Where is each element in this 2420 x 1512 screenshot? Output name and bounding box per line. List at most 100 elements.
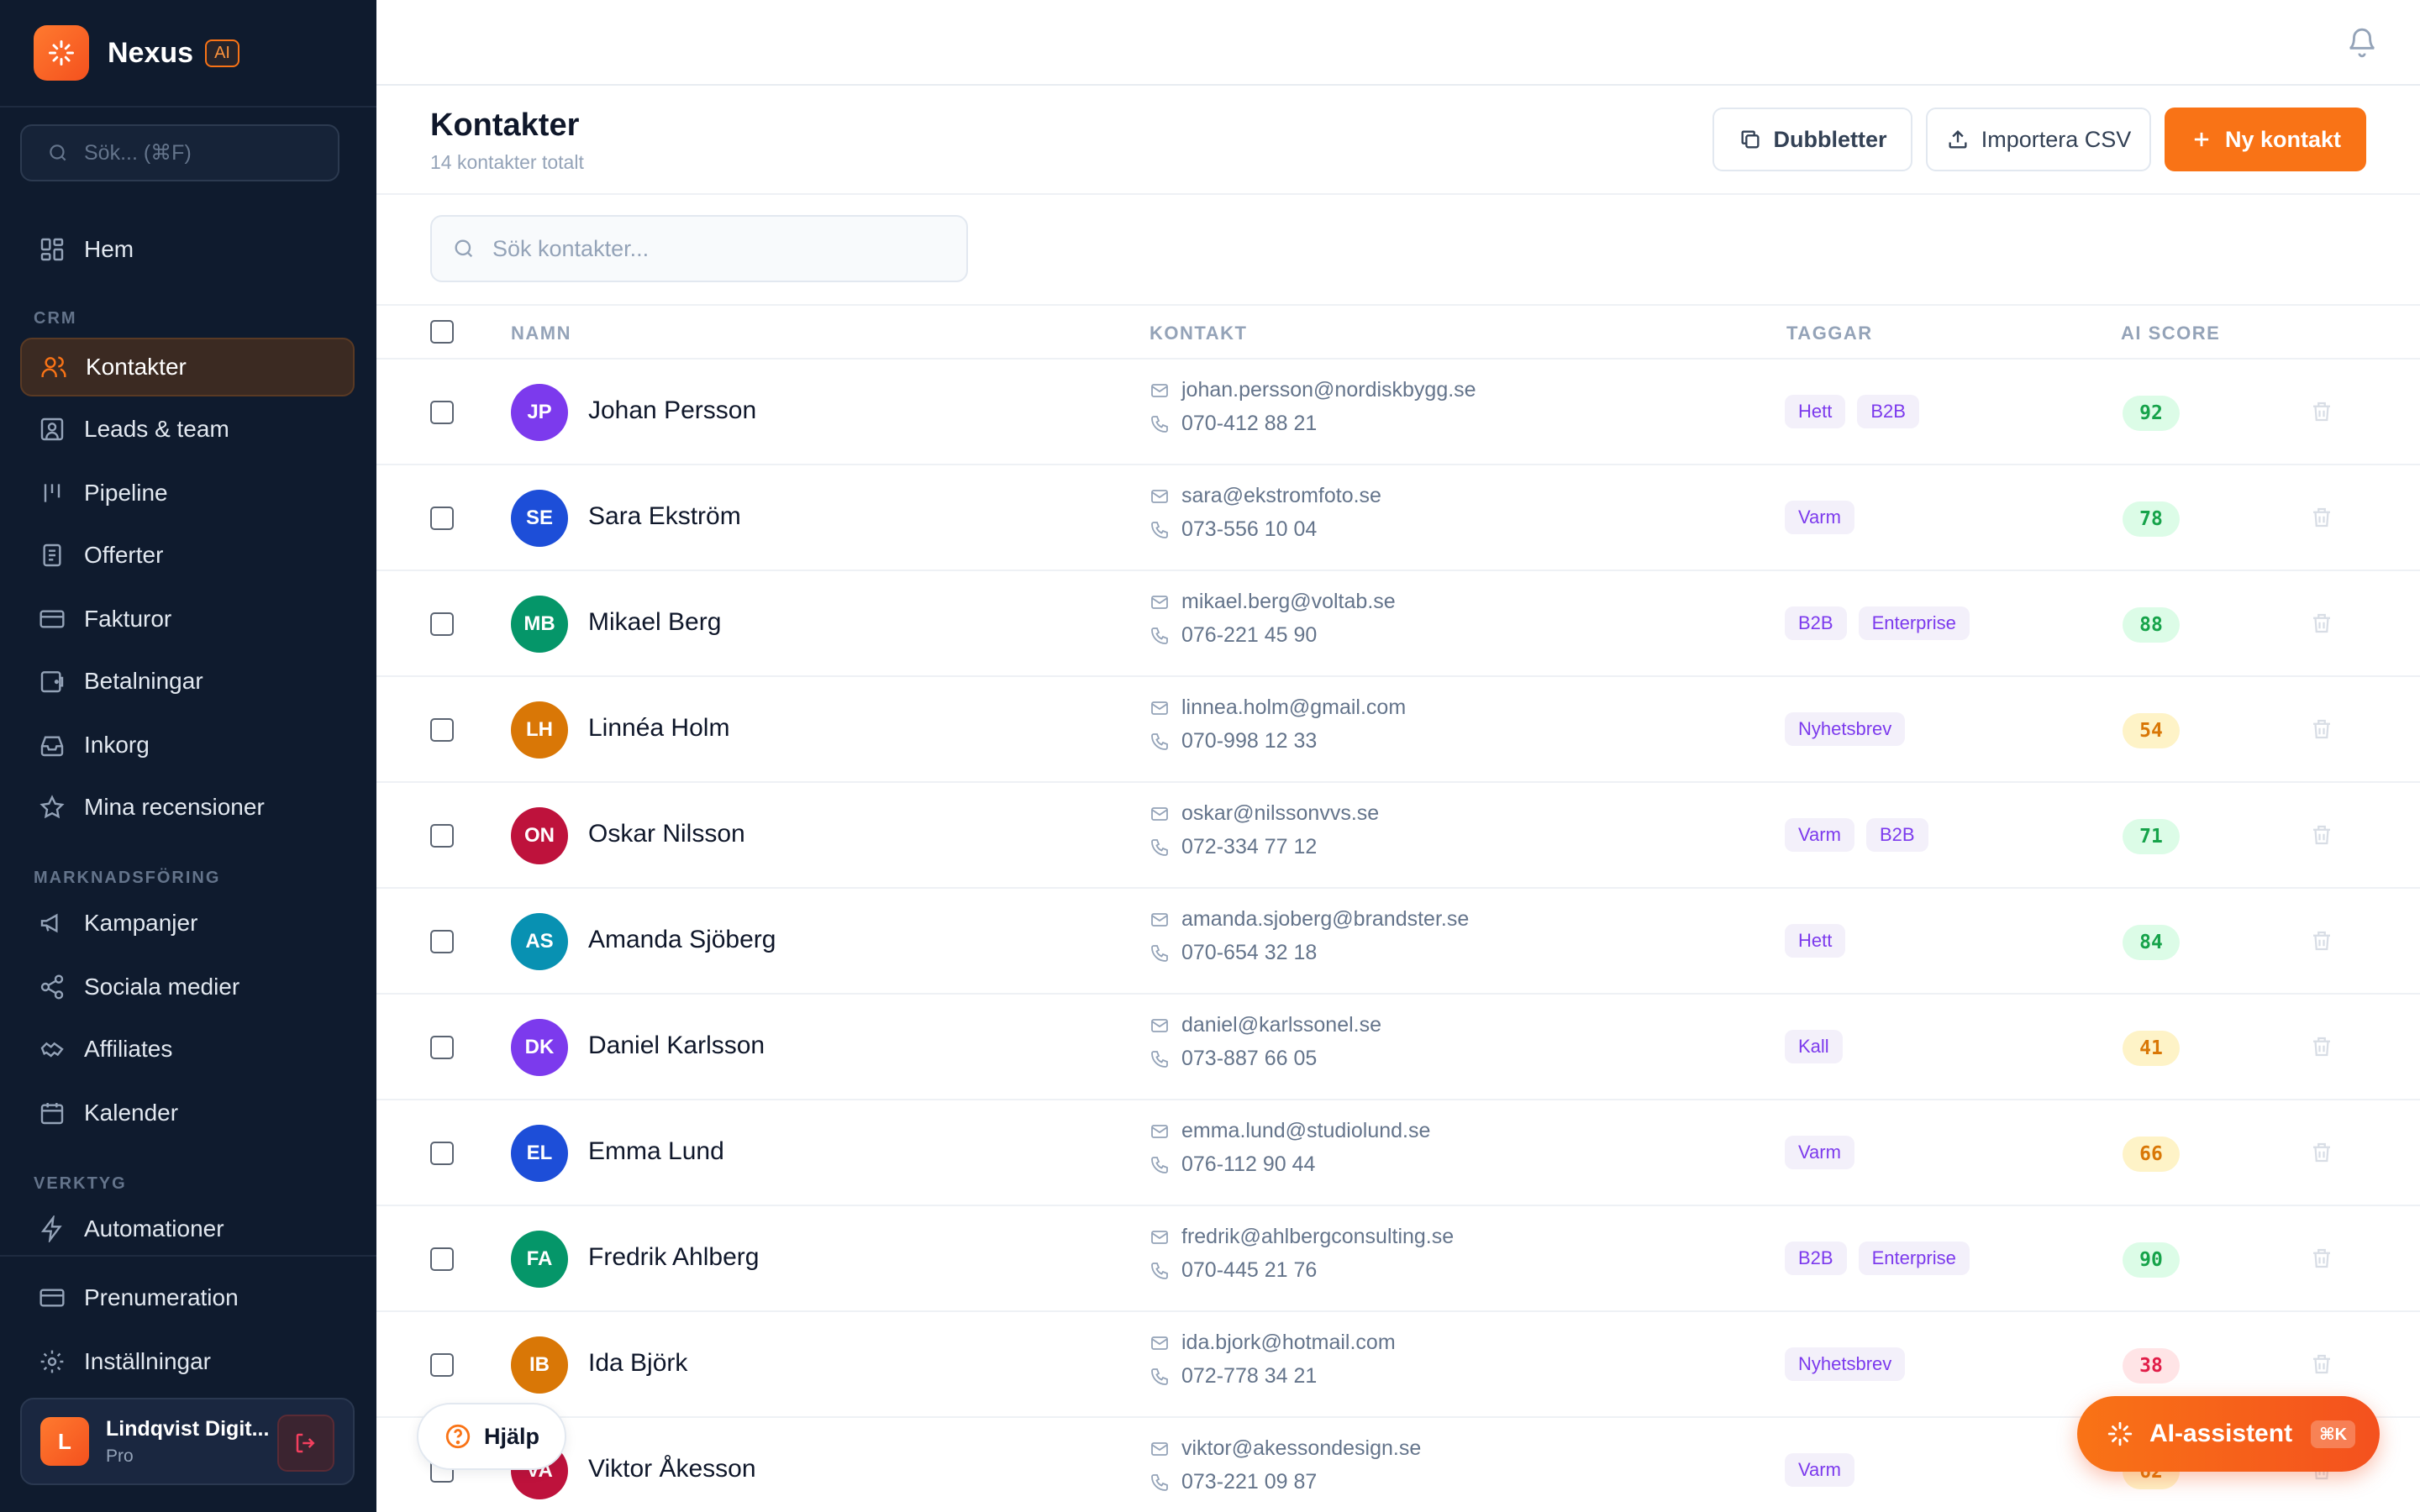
new-contact-button[interactable]: Ny kontakt (2165, 108, 2366, 171)
contact-email[interactable]: emma.lund@studiolund.se (1150, 1119, 1430, 1143)
contact-email[interactable]: ida.bjork@hotmail.com (1150, 1331, 1396, 1355)
contact-phone[interactable]: 070-412 88 21 (1150, 412, 1317, 436)
contact-email[interactable]: oskar@nilssonvvs.se (1150, 801, 1379, 826)
table-row[interactable]: AS Amanda Sjöberg amanda.sjoberg@brandst… (376, 889, 2420, 995)
brand[interactable]: Nexus AI (34, 25, 239, 81)
row-checkbox[interactable] (430, 1247, 454, 1271)
trash-icon[interactable] (2309, 1246, 2334, 1271)
table-row[interactable]: DK Daniel Karlsson daniel@karlssonel.se … (376, 995, 2420, 1100)
table-row[interactable]: FA Fredrik Ahlberg fredrik@ahlbergconsul… (376, 1206, 2420, 1312)
row-checkbox[interactable] (430, 612, 454, 636)
sidebar-item-affiliates[interactable]: Affiliates (20, 1020, 355, 1079)
sidebar-item-kampanjer[interactable]: Kampanjer (20, 894, 355, 953)
contact-name[interactable]: Fredrik Ahlberg (588, 1243, 759, 1272)
table-row[interactable]: SE Sara Ekström sara@ekstromfoto.se 073-… (376, 465, 2420, 571)
trash-icon[interactable] (2309, 1352, 2334, 1377)
sidebar-item-prenumeration[interactable]: Prenumeration (20, 1268, 355, 1327)
sidebar-item-offerter[interactable]: Offerter (20, 526, 355, 585)
sidebar-item-recensioner[interactable]: Mina recensioner (20, 778, 355, 837)
sidebar-item-kontakter[interactable]: Kontakter (20, 338, 355, 396)
contact-phone[interactable]: 073-887 66 05 (1150, 1047, 1317, 1071)
account-card[interactable]: L Lindqvist Digit... Pro (20, 1398, 355, 1485)
column-header-name[interactable]: NAMN (511, 323, 571, 344)
contact-phone[interactable]: 073-556 10 04 (1150, 517, 1317, 542)
contact-phone[interactable]: 076-112 90 44 (1150, 1152, 1315, 1177)
contact-phone[interactable]: 072-778 34 21 (1150, 1364, 1317, 1389)
pipeline-icon (44, 484, 60, 502)
wallet-icon (40, 671, 64, 693)
row-checkbox[interactable] (430, 1142, 454, 1165)
contact-name[interactable]: Ida Björk (588, 1349, 687, 1378)
row-checkbox[interactable] (430, 1036, 454, 1059)
contact-email[interactable]: daniel@karlssonel.se (1150, 1013, 1381, 1037)
ai-assistant-button[interactable]: AI-assistent ⌘K (2077, 1396, 2380, 1472)
contact-email[interactable]: johan.persson@nordiskbygg.se (1150, 378, 1476, 402)
contact-email[interactable]: sara@ekstromfoto.se (1150, 484, 1381, 508)
sidebar-item-sociala-medier[interactable]: Sociala medier (20, 958, 355, 1016)
trash-icon[interactable] (2309, 717, 2334, 742)
sidebar-item-inkorg[interactable]: Inkorg (20, 716, 355, 774)
contact-name[interactable]: Amanda Sjöberg (588, 926, 776, 954)
column-header-contact[interactable]: KONTAKT (1150, 323, 1247, 344)
trash-icon[interactable] (2309, 928, 2334, 953)
table-row[interactable]: EL Emma Lund emma.lund@studiolund.se 076… (376, 1100, 2420, 1206)
contact-email[interactable]: fredrik@ahlbergconsulting.se (1150, 1225, 1454, 1249)
table-row[interactable]: LH Linnéa Holm linnea.holm@gmail.com 070… (376, 677, 2420, 783)
contact-phone[interactable]: 070-998 12 33 (1150, 729, 1317, 753)
contact-search-input[interactable] (492, 235, 946, 262)
contact-email[interactable]: mikael.berg@voltab.se (1150, 590, 1396, 614)
trash-icon[interactable] (2309, 822, 2334, 848)
contact-name[interactable]: Johan Persson (588, 396, 756, 425)
import-csv-button[interactable]: Importera CSV (1926, 108, 2151, 171)
row-checkbox[interactable] (430, 718, 454, 742)
contact-phone[interactable]: 070-445 21 76 (1150, 1258, 1317, 1283)
contact-name[interactable]: Emma Lund (588, 1137, 724, 1166)
contact-email[interactable]: viktor@akessondesign.se (1150, 1436, 1421, 1461)
table-row[interactable]: JP Johan Persson johan.persson@nordiskby… (376, 360, 2420, 465)
sidebar-item-leads[interactable]: Leads & team (20, 400, 355, 459)
contact-search[interactable] (430, 215, 968, 282)
sidebar-item-betalningar[interactable]: Betalningar (20, 652, 355, 711)
sidebar-search-input[interactable] (84, 140, 336, 165)
trash-icon[interactable] (2309, 1140, 2334, 1165)
bell-icon[interactable] (2346, 27, 2378, 59)
table-row[interactable]: MB Mikael Berg mikael.berg@voltab.se 076… (376, 571, 2420, 677)
sidebar-item-kalender[interactable]: Kalender (20, 1084, 355, 1142)
contact-name[interactable]: Daniel Karlsson (588, 1032, 765, 1060)
trash-icon[interactable] (2309, 1034, 2334, 1059)
sidebar-search[interactable] (20, 124, 339, 181)
contact-phone[interactable]: 070-654 32 18 (1150, 941, 1317, 965)
sidebar-item-hem[interactable]: Hem (20, 220, 355, 279)
contact-name[interactable]: Oskar Nilsson (588, 820, 745, 848)
contact-phone[interactable]: 073-221 09 87 (1150, 1470, 1317, 1494)
row-checkbox[interactable] (430, 401, 454, 424)
trash-icon[interactable] (2309, 611, 2334, 636)
column-header-ai-score[interactable]: AI SCORE (2121, 323, 2220, 344)
select-all-checkbox[interactable] (430, 320, 454, 344)
contact-name[interactable]: Linnéa Holm (588, 714, 729, 743)
contact-phone[interactable]: 076-221 45 90 (1150, 623, 1317, 648)
row-checkbox[interactable] (430, 507, 454, 530)
sidebar-item-fakturor[interactable]: Fakturor (20, 590, 355, 648)
trash-icon[interactable] (2309, 399, 2334, 424)
help-button[interactable]: Hjälp (417, 1403, 566, 1470)
sidebar-item-automationer[interactable]: Automationer (20, 1200, 355, 1258)
contact-email[interactable]: amanda.sjoberg@brandster.se (1150, 907, 1469, 932)
row-checkbox[interactable] (430, 930, 454, 953)
row-checkbox[interactable] (430, 824, 454, 848)
column-header-tags[interactable]: TAGGAR (1786, 323, 1873, 344)
table-row[interactable]: ON Oskar Nilsson oskar@nilssonvvs.se 072… (376, 783, 2420, 889)
duplicates-button[interactable]: Dubbletter (1712, 108, 1912, 171)
logout-button[interactable] (277, 1415, 334, 1472)
contact-name[interactable]: Viktor Åkesson (588, 1455, 756, 1483)
mail-icon (1151, 806, 1168, 821)
contact-name[interactable]: Sara Ekström (588, 502, 741, 531)
contact-phone[interactable]: 072-334 77 12 (1150, 835, 1317, 859)
contact-name[interactable]: Mikael Berg (588, 608, 721, 637)
sidebar-item-pipeline[interactable]: Pipeline (20, 464, 355, 522)
contact-email[interactable]: linnea.holm@gmail.com (1150, 696, 1406, 720)
row-checkbox[interactable] (430, 1353, 454, 1377)
section-title-verktyg: VERKTYG (34, 1174, 127, 1193)
sidebar-item-installningar[interactable]: Inställningar (20, 1332, 355, 1391)
trash-icon[interactable] (2309, 505, 2334, 530)
